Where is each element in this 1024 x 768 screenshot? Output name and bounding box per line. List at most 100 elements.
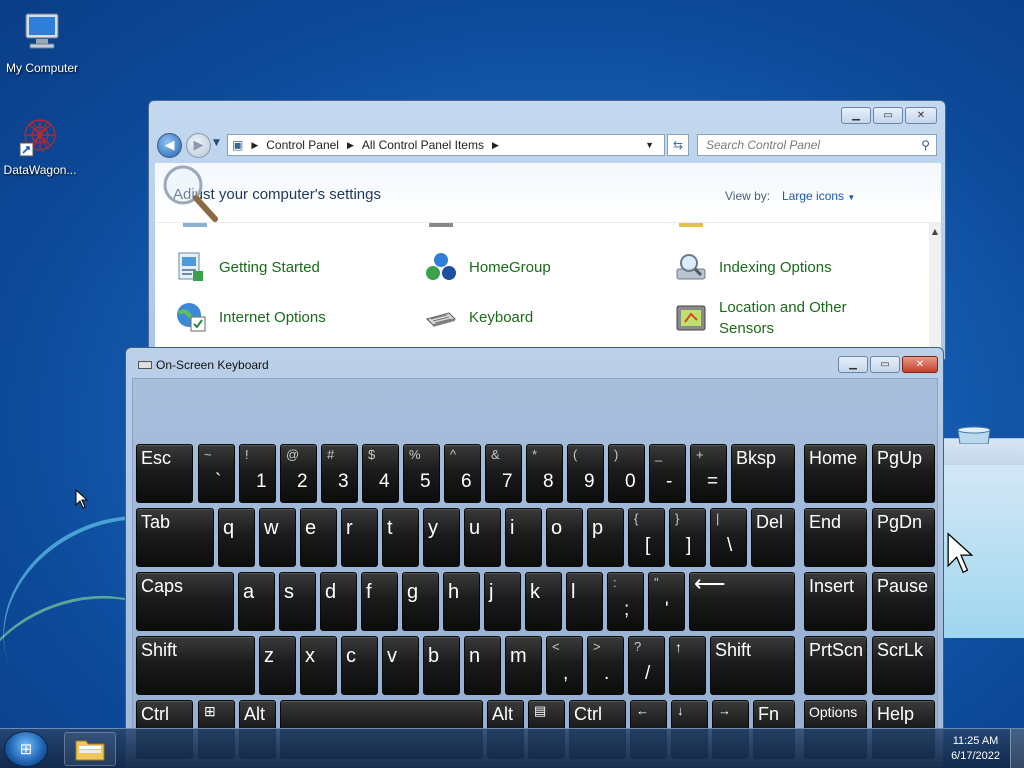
key-o[interactable]: o (546, 508, 583, 567)
breadcrumb-control-panel[interactable]: Control Panel (266, 138, 339, 152)
close-button[interactable]: ✕ (902, 356, 938, 373)
key-quote[interactable]: " ' (648, 572, 685, 631)
close-button[interactable]: ✕ (905, 107, 937, 124)
key-slash[interactable]: ? / (628, 636, 665, 695)
key-w[interactable]: w (259, 508, 296, 567)
maximize-button[interactable]: ▭ (873, 107, 903, 124)
key-j[interactable]: j (484, 572, 521, 631)
cp-item-keyboard[interactable]: Keyboard (425, 301, 533, 333)
search-input[interactable]: Search Control Panel ⚲ (697, 134, 937, 156)
minimize-button[interactable]: ▁ (838, 356, 868, 373)
search-icon[interactable]: ⚲ (921, 138, 930, 152)
key-caps[interactable]: Caps (136, 572, 234, 631)
key-backspace[interactable]: Bksp (731, 444, 795, 503)
show-desktop-button[interactable] (1010, 729, 1024, 768)
key-9[interactable]: (9 (567, 444, 604, 503)
key-3[interactable]: #3 (321, 444, 358, 503)
key-v[interactable]: v (382, 636, 419, 695)
key-left-bracket[interactable]: {[ (628, 508, 665, 567)
start-button[interactable]: ⊞ (4, 731, 48, 767)
key-q[interactable]: q (218, 508, 255, 567)
key-esc[interactable]: Esc (136, 444, 193, 503)
cp-item-label: HomeGroup (469, 258, 551, 276)
key-p[interactable]: p (587, 508, 624, 567)
system-clock[interactable]: 11:25 AM 6/17/2022 (951, 734, 1000, 764)
key-end[interactable]: End (804, 508, 867, 567)
key-z[interactable]: z (259, 636, 296, 695)
key-up-arrow[interactable]: ↑ (669, 636, 706, 695)
key-t[interactable]: t (382, 508, 419, 567)
key-x[interactable]: x (300, 636, 337, 695)
breadcrumb-separator-icon: ▶ (491, 139, 499, 150)
key-backtick[interactable]: ~ ` (198, 444, 235, 503)
key-backslash[interactable]: | \ (710, 508, 747, 567)
key-tab[interactable]: Tab (136, 508, 214, 567)
refresh-button[interactable]: ⇆ (667, 134, 689, 156)
key-l[interactable]: l (566, 572, 603, 631)
cp-item-location-sensors[interactable]: Location and Other Sensors (675, 297, 875, 339)
key-i[interactable]: i (505, 508, 542, 567)
recent-pages-dropdown[interactable]: ▼ (213, 138, 220, 148)
minimize-button[interactable]: ▁ (841, 107, 871, 124)
key-b[interactable]: b (423, 636, 460, 695)
key-pause[interactable]: Pause (872, 572, 935, 631)
key-a[interactable]: a (238, 572, 275, 631)
key-e[interactable]: e (300, 508, 337, 567)
key-4[interactable]: $4 (362, 444, 399, 503)
key-5[interactable]: % 5 (403, 444, 440, 503)
key-m[interactable]: m (505, 636, 542, 695)
key-scrlk[interactable]: ScrLk (872, 636, 935, 695)
key-right-shift[interactable]: Shift (710, 636, 795, 695)
key-pgup[interactable]: PgUp (872, 444, 935, 503)
key-right-bracket[interactable]: }] (669, 508, 706, 567)
key-7[interactable]: & 7 (485, 444, 522, 503)
key-c[interactable]: c (341, 636, 378, 695)
key-1[interactable]: ! 1 (239, 444, 276, 503)
key-left-shift[interactable]: Shift (136, 636, 255, 695)
forward-button[interactable]: ▶ (186, 133, 211, 158)
breadcrumb-all-items[interactable]: All Control Panel Items (362, 138, 484, 152)
key-h[interactable]: h (443, 572, 480, 631)
key-delete[interactable]: Del (751, 508, 795, 567)
control-panel-content: Adjust your computer's settings View by:… (155, 163, 941, 363)
mouse-cursor-icon (947, 532, 974, 574)
key-6[interactable]: ^ 6 (444, 444, 481, 503)
view-by-dropdown[interactable]: Large icons ▼ (782, 189, 855, 203)
desktop-icon-datawagon[interactable]: DataWagon... (0, 115, 82, 177)
key-prtscn[interactable]: PrtScn (804, 636, 867, 695)
key-0[interactable]: ) 0 (608, 444, 645, 503)
cp-item-internet-options[interactable]: Internet Options (175, 301, 326, 333)
key-k[interactable]: k (525, 572, 562, 631)
key-8[interactable]: * 8 (526, 444, 563, 503)
key-n[interactable]: n (464, 636, 501, 695)
key-u[interactable]: u (464, 508, 501, 567)
address-dropdown-icon[interactable]: ▼ (645, 140, 654, 150)
key-pgdn[interactable]: PgDn (872, 508, 935, 567)
cp-item-getting-started[interactable]: Getting Started (175, 251, 320, 283)
key-comma[interactable]: <, (546, 636, 583, 695)
key-d[interactable]: d (320, 572, 357, 631)
key-g[interactable]: g (402, 572, 439, 631)
recycle-bin-icon[interactable] (956, 424, 992, 448)
key-semicolon[interactable]: :; (607, 572, 644, 631)
cp-item-homegroup[interactable]: HomeGroup (425, 251, 551, 283)
cp-item-indexing-options[interactable]: Indexing Options (675, 251, 832, 283)
key-home[interactable]: Home (804, 444, 867, 503)
key-2[interactable]: @2 (280, 444, 317, 503)
key-enter[interactable]: ⟵ (689, 571, 795, 631)
back-button[interactable]: ◀ (157, 133, 182, 158)
key-s[interactable]: s (279, 572, 316, 631)
desktop-icon-my-computer[interactable]: My Computer (0, 10, 84, 75)
key-minus[interactable]: _ - (649, 444, 686, 503)
key-insert[interactable]: Insert (804, 572, 867, 631)
key-equals[interactable]: + = (690, 444, 727, 503)
taskbar-explorer-button[interactable] (64, 732, 116, 766)
maximize-button[interactable]: ▭ (870, 356, 900, 373)
address-bar[interactable]: ▣ ▶ Control Panel ▶ All Control Panel It… (227, 134, 665, 156)
scroll-up-icon[interactable]: ▲ (929, 227, 941, 236)
key-r[interactable]: r (341, 508, 378, 567)
key-period[interactable]: >. (587, 636, 624, 695)
key-y[interactable]: y (423, 508, 460, 567)
key-f[interactable]: f (361, 572, 398, 631)
scrollbar[interactable]: ▲ (929, 223, 941, 363)
